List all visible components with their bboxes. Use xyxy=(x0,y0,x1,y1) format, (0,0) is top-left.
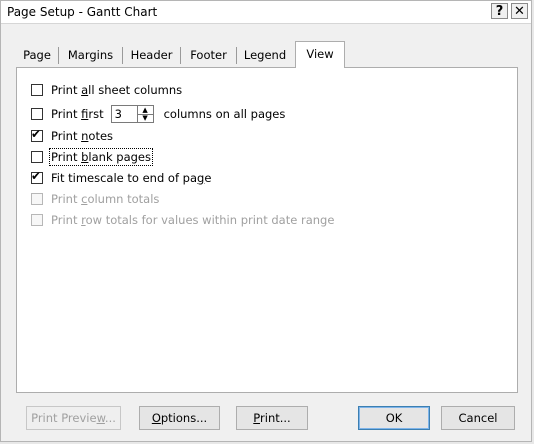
tab-header[interactable]: Header xyxy=(123,44,180,66)
help-button[interactable]: ? xyxy=(491,3,508,19)
checkmark-icon: ✔ xyxy=(31,127,42,141)
page-setup-dialog: Page Setup - Gantt Chart ? ✕ Page Margin… xyxy=(0,0,532,442)
print-first-label: Print first xyxy=(51,107,104,121)
tab-page[interactable]: Page xyxy=(16,44,58,66)
print-column-totals-label: Print column totals xyxy=(51,192,160,206)
view-tab-panel: Print all sheet columns Print first 3 ▲ … xyxy=(16,67,518,393)
title-bar: Page Setup - Gantt Chart ? ✕ xyxy=(1,1,531,24)
print-column-totals-checkbox xyxy=(31,193,43,205)
tab-view[interactable]: View xyxy=(295,41,345,68)
tab-margins[interactable]: Margins xyxy=(59,44,122,66)
print-all-columns-option[interactable]: Print all sheet columns xyxy=(31,82,182,98)
print-row-totals-label: Print row totals for values within print… xyxy=(51,213,335,227)
print-first-checkbox[interactable] xyxy=(31,108,43,120)
print-notes-label: Print notes xyxy=(51,129,114,143)
print-column-totals-option: Print column totals xyxy=(31,191,159,207)
columns-count-spinner[interactable]: ▲ ▼ xyxy=(137,105,154,123)
print-blank-pages-option[interactable]: Print blank pages xyxy=(31,148,153,166)
checkmark-icon: ✔ xyxy=(31,169,42,183)
cancel-button[interactable]: Cancel xyxy=(441,406,515,430)
print-all-columns-checkbox[interactable] xyxy=(31,84,43,96)
close-button[interactable]: ✕ xyxy=(511,3,528,19)
options-button[interactable]: Options... xyxy=(139,406,220,430)
print-row-totals-checkbox xyxy=(31,214,43,226)
fit-timescale-option[interactable]: ✔ Fit timescale to end of page xyxy=(31,169,212,186)
columns-on-all-pages-label: columns on all pages xyxy=(163,107,286,121)
columns-count-input[interactable]: 3 xyxy=(110,105,138,123)
window-title: Page Setup - Gantt Chart xyxy=(7,5,158,19)
print-notes-checkbox[interactable]: ✔ xyxy=(31,127,43,142)
print-row-totals-option: Print row totals for values within print… xyxy=(31,212,334,228)
fit-timescale-label: Fit timescale to end of page xyxy=(51,171,212,185)
print-blank-pages-label: Print blank pages xyxy=(49,148,153,166)
print-notes-option[interactable]: ✔ Print notes xyxy=(31,127,114,144)
ok-button[interactable]: OK xyxy=(358,406,430,430)
tab-footer[interactable]: Footer xyxy=(181,44,236,66)
print-preview-button: Print Preview... xyxy=(26,406,121,430)
spin-down-icon[interactable]: ▼ xyxy=(138,114,153,122)
print-first-option[interactable]: Print first 3 ▲ ▼ columns on all pages xyxy=(31,104,285,124)
print-blank-pages-checkbox[interactable] xyxy=(31,151,43,163)
print-button[interactable]: Print... xyxy=(236,406,308,430)
fit-timescale-checkbox[interactable]: ✔ xyxy=(31,169,43,184)
tab-legend[interactable]: Legend xyxy=(237,44,293,66)
print-all-columns-label: Print all sheet columns xyxy=(51,83,183,97)
